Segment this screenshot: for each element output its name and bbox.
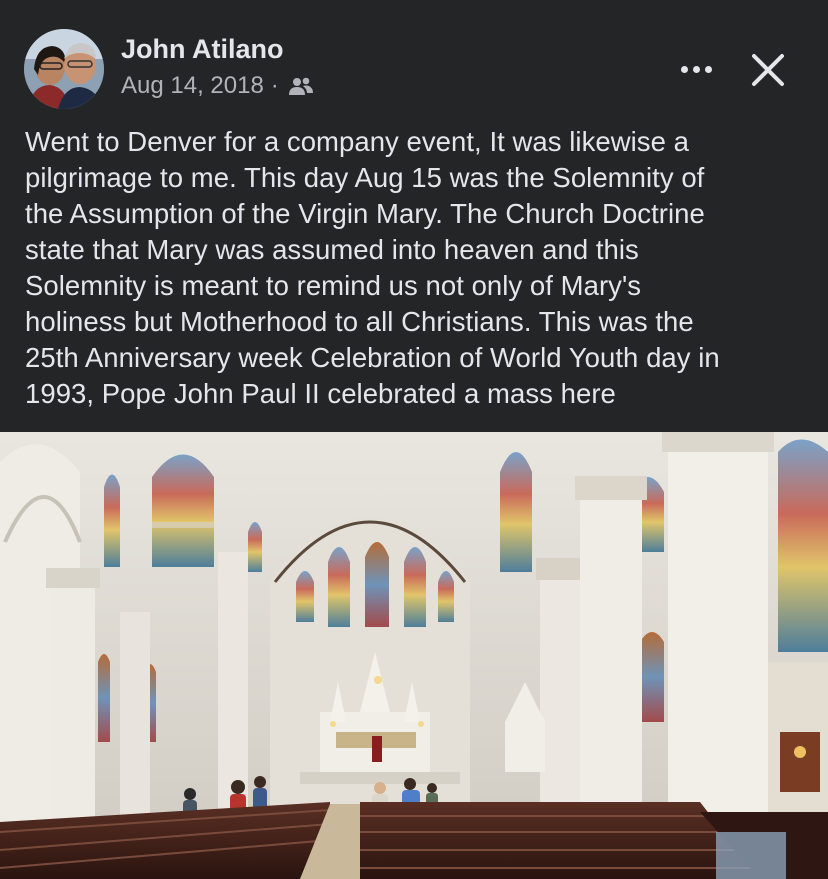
post-header: John Atilano Aug 14, 2018 ·: [0, 0, 828, 120]
more-dot: [692, 65, 700, 73]
avatar-photo: [24, 29, 104, 109]
close-button[interactable]: [748, 50, 788, 90]
cathedral-interior-image: [0, 432, 828, 879]
meta-separator: ·: [270, 72, 279, 99]
avatar[interactable]: [24, 29, 104, 109]
post-caption: Went to Denver for a company event, It w…: [25, 126, 720, 409]
post-card: John Atilano Aug 14, 2018 · Went to Denv…: [0, 0, 828, 879]
close-icon: [752, 54, 784, 86]
friends-icon[interactable]: [288, 76, 314, 96]
post-date[interactable]: Aug 14, 2018: [121, 72, 264, 100]
more-dot: [704, 65, 712, 73]
more-dots-icon: [680, 65, 688, 73]
post-meta: Aug 14, 2018 ·: [121, 72, 314, 100]
more-options-button[interactable]: [672, 52, 720, 86]
author-name[interactable]: John Atilano: [121, 34, 284, 65]
post-photo[interactable]: [0, 432, 828, 879]
